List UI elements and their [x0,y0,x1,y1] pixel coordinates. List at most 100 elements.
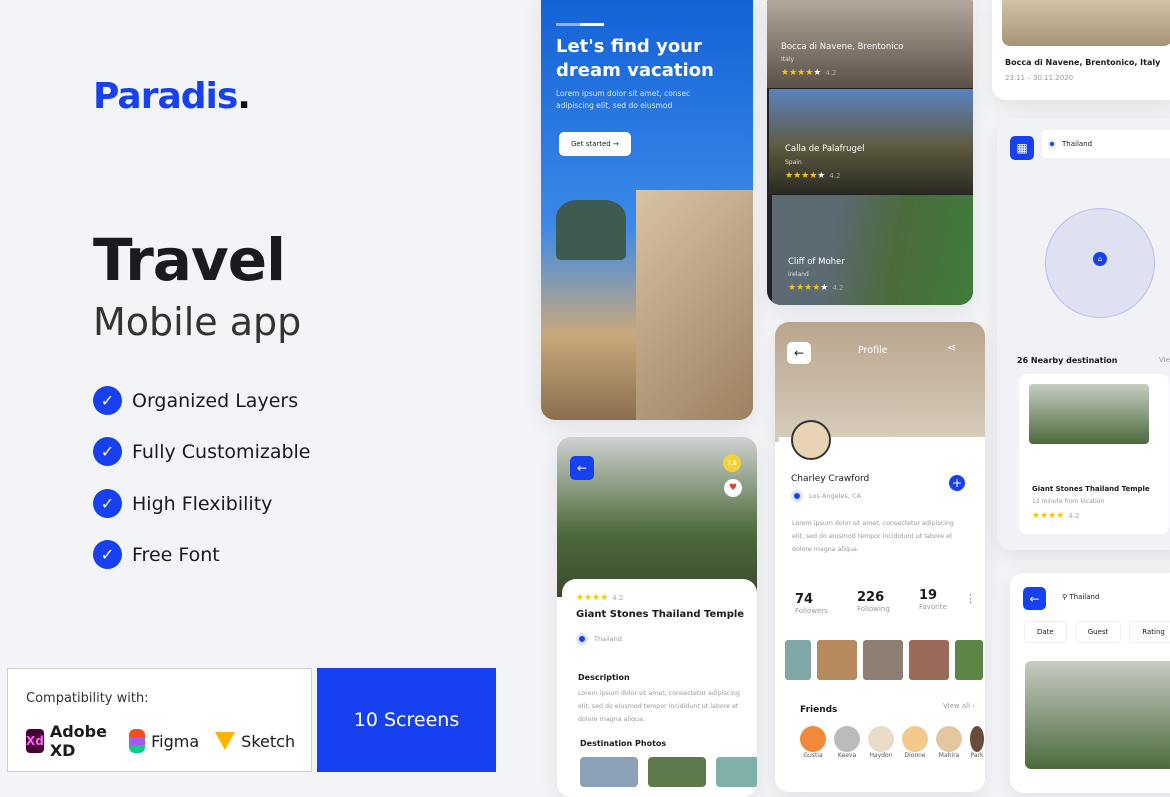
back-button[interactable]: ← [787,342,811,364]
feature-label: Free Font [132,543,220,566]
compatibility-box: Compatibility with: Xd Adobe XD Figma Ske… [7,668,312,772]
feature-label: Fully Customizable [132,440,311,463]
filter-date[interactable]: Date [1024,621,1067,643]
onboarding-text: Lorem ipsum dolor sit amet, consec adipi… [556,89,691,110]
destination-card[interactable]: Bocca di Navene, Brentonico Italy ★★★★★ 4… [767,0,973,88]
statue-image [556,200,626,260]
trip-image [1002,0,1170,46]
share-icon[interactable]: ⋖ [947,341,956,354]
filter-guest[interactable]: Guest [1074,621,1122,643]
photo-thumb[interactable] [648,757,706,787]
rating-stars: ★★★★★ 4.2 [785,171,841,181]
check-icon: ✓ [93,489,122,518]
check-icon: ✓ [93,437,122,466]
friend-item[interactable]: Dionne [902,726,928,759]
destination-name: Cliff of Moher [788,257,845,267]
nearby-card[interactable]: Giant Stones Thailand Temple 12 minute f… [1019,374,1169,534]
filter-row: Date Guest Rating [1024,621,1170,643]
destination-card[interactable]: Cliff of Moher Ireland ★★★★★ 4.2 [772,195,973,305]
profile-title: Profile [858,345,888,356]
detail-body: ★★★★ 4.2 Giant Stones Thailand Temple Tha… [562,579,757,797]
friend-item[interactable]: Gustia [800,726,826,759]
nearby-title: 26 Nearby destination [1017,356,1118,365]
search-input[interactable]: ⚲ Thailand [1062,593,1099,601]
check-icon: ✓ [93,540,122,569]
friends-title: Friends [800,705,838,715]
onboarding-title: Let's find your dream vacation [556,36,714,81]
friends-list: Gustia Keeva Haydon Dionne Mahira Park [800,726,984,759]
destination-name: Calla de Palafrugel [785,144,865,154]
score-badge: 7,8 [723,454,741,472]
detail-screen: ← 7,8 ♥ ★★★★ 4.2 Giant Stones Thailand Te… [557,437,757,797]
photo-thumb[interactable] [817,640,857,680]
tool-label: Sketch [241,731,296,751]
compatibility-label: Compatibility with: [26,691,149,706]
friend-item[interactable]: Keeva [834,726,860,759]
trip-dates: 23.11 – 30.11.2020 [1005,74,1074,82]
search-screen: ← ⚲ Thailand Date Guest Rating [1010,573,1170,793]
filter-rating[interactable]: Rating [1129,621,1170,643]
rating-stars: ★★★★★ 4.2 [788,283,844,293]
nearby-title: Giant Stones Thailand Temple [1032,485,1150,493]
photo-thumb[interactable] [580,757,638,787]
feature-item: ✓ High Flexibility [93,489,272,518]
view-all-link[interactable]: View all › [943,702,975,710]
adobe-xd: Xd Adobe XD [26,722,113,760]
nearby-image [1029,384,1149,444]
friend-item[interactable]: Mahira [936,726,962,759]
home-pin-icon[interactable]: ⌂ [1093,252,1107,266]
destination-country: Ireland [788,271,809,278]
back-button[interactable]: ← [570,456,594,480]
destination-name: Bocca di Navene, Brentonico [781,42,904,52]
photo-strip [785,640,983,680]
trip-card[interactable]: Bocca di Navene, Brentonico, Italy 23.11… [992,0,1170,100]
detail-location: Thailand [576,633,622,645]
photo-thumb[interactable] [955,640,983,680]
feature-item: ✓ Organized Layers [93,386,298,415]
headline-subtitle: Mobile app [93,300,302,344]
page-indicator [556,23,604,26]
profile-bio: Lorem ipsum dolor sit amet, consectetur … [792,520,954,553]
sketch: Sketch [215,732,295,751]
stat-followers: 74 Followers [795,592,828,615]
destination-card[interactable]: Calla de Palafrugel Spain ★★★★★ 4.2 [769,89,973,194]
nearby-distance: 12 minute from location [1032,498,1105,505]
sketch-icon [215,732,236,750]
feature-label: Organized Layers [132,389,299,412]
screens-badge: 10 Screens [317,668,496,772]
friend-item[interactable]: Haydon [868,726,894,759]
detail-title: Giant Stones Thailand Temple [576,609,745,620]
feature-label: High Flexibility [132,492,273,515]
photo-thumb[interactable] [909,640,949,680]
profile-name: Charley Crawford [791,474,870,484]
check-icon: ✓ [93,386,122,415]
rating-stars: ★★★★ 4.2 [1032,511,1080,521]
photos-title: Destination Photos [580,739,667,748]
feature-item: ✓ Fully Customizable [93,437,311,466]
adobe-xd-icon: Xd [26,729,44,753]
grid-menu-icon[interactable]: ▦ [1010,136,1034,160]
rating-stars: ★★★★ 4.2 [576,593,624,603]
description-title: Description [578,673,630,682]
photo-thumb[interactable] [863,640,903,680]
photo-thumb[interactable] [716,757,757,787]
brand-logo: Paradis. [93,76,251,117]
view-all-link[interactable]: View [1159,356,1170,364]
result-image[interactable] [1025,661,1170,769]
heart-icon[interactable]: ♥ [724,479,742,497]
photo-thumb[interactable] [785,640,811,680]
headline-title: Travel [93,226,286,294]
trip-name: Bocca di Navene, Brentonico, Italy [1005,58,1161,67]
friend-item[interactable]: Park [970,726,984,759]
map-screen: ▦ Thailand ⌂ 26 Nearby destination View … [997,118,1170,550]
profile-location: Los Angeles, CA [791,490,861,502]
tool-label: Figma [151,731,200,751]
get-started-button[interactable]: Get started → [559,132,631,156]
more-icon[interactable]: ⋮ [965,592,976,605]
back-button[interactable]: ← [1023,587,1046,610]
building-image [636,190,753,420]
location-search[interactable]: Thailand [1042,130,1170,158]
stat-favorite: 19 Favorite [919,588,947,611]
add-friend-button[interactable]: + [949,475,965,491]
destination-country: Italy [781,56,795,63]
